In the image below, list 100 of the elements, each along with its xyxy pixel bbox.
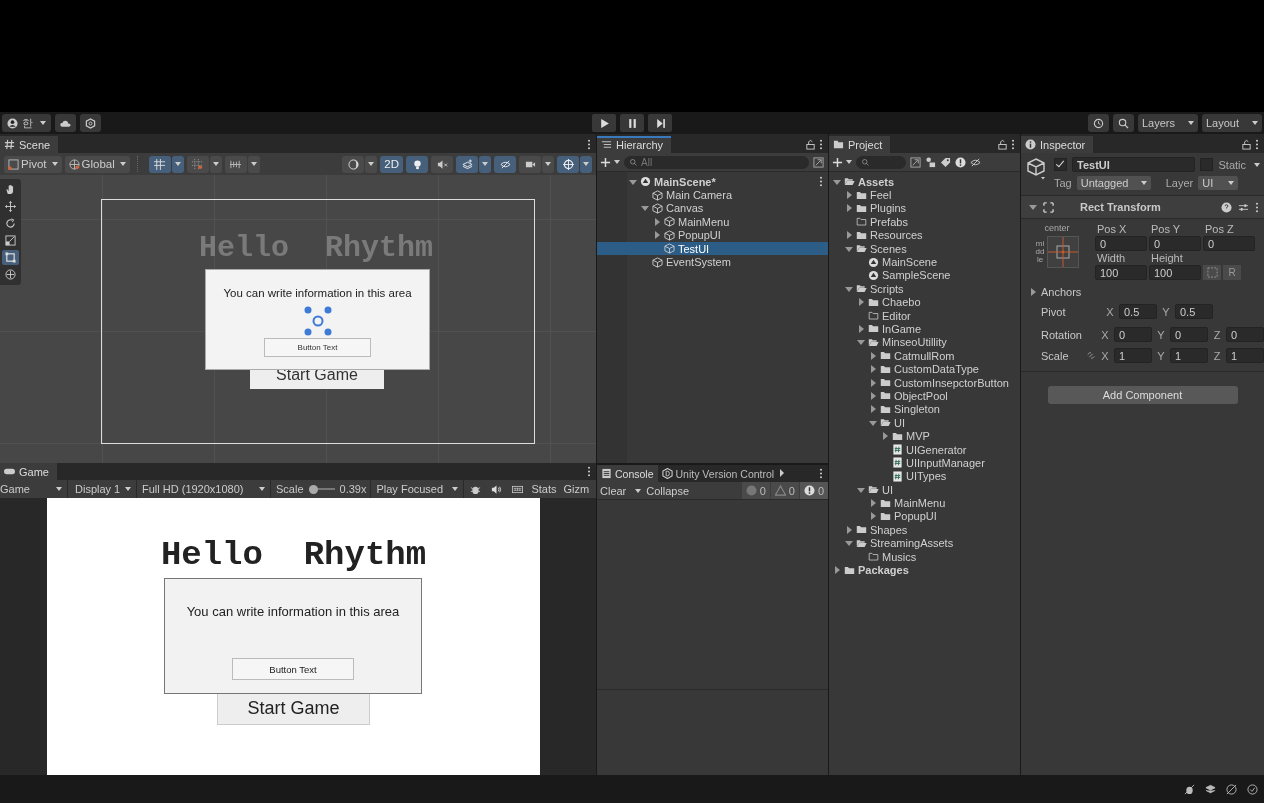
options-dropdown[interactable] <box>171 155 184 173</box>
help-icon[interactable] <box>1221 201 1232 213</box>
view-toggle[interactable] <box>557 155 579 173</box>
options-dropdown[interactable] <box>580 155 592 173</box>
expand-window-icon[interactable] <box>813 156 824 168</box>
number-field[interactable]: 1 <box>1226 348 1264 363</box>
project-item[interactable]: MainScene <box>829 255 1020 269</box>
expand-arrow-icon[interactable] <box>869 351 877 360</box>
expand-window-icon[interactable] <box>910 156 921 168</box>
options-dropdown[interactable] <box>365 155 378 173</box>
project-item[interactable]: MainMenu <box>829 496 1020 510</box>
expand-arrow-icon[interactable] <box>1029 203 1037 211</box>
hierarchy-item[interactable]: Main Camera <box>597 188 828 202</box>
project-tab[interactable]: Project <box>829 136 891 153</box>
number-field[interactable]: 100 <box>1149 265 1201 280</box>
expand-arrow-icon[interactable] <box>869 512 877 521</box>
view-toggle[interactable]: 2D <box>380 155 403 173</box>
view-toggle[interactable] <box>494 155 516 173</box>
project-item[interactable]: StreamingAssets <box>829 536 1020 550</box>
settings-button[interactable] <box>80 114 101 132</box>
expand-arrow-icon[interactable] <box>845 284 853 293</box>
history-button[interactable] <box>1088 114 1109 132</box>
panel-tab[interactable]: Console <box>597 465 658 482</box>
expand-arrow-icon[interactable] <box>869 499 877 508</box>
project-item[interactable]: Plugins <box>829 201 1020 216</box>
expand-arrow-icon[interactable] <box>869 378 877 387</box>
expand-arrow-icon[interactable] <box>833 177 841 186</box>
project-item[interactable]: CustomDataType <box>829 362 1020 376</box>
cube-icon[interactable] <box>1026 157 1048 181</box>
project-item[interactable]: Scripts <box>829 282 1020 296</box>
number-field[interactable]: 0 <box>1114 327 1152 342</box>
number-field[interactable]: 1 <box>1114 348 1152 363</box>
view-dropdown[interactable]: Game <box>0 480 68 498</box>
search-button[interactable] <box>1113 114 1134 132</box>
options-dropdown[interactable] <box>247 155 260 173</box>
project-item[interactable]: Packages <box>829 563 1020 577</box>
project-item[interactable]: UITypes <box>829 469 1020 483</box>
account-dropdown[interactable]: 한 <box>2 114 51 132</box>
expand-arrow-icon[interactable] <box>653 217 661 226</box>
project-item[interactable]: UIGenerator <box>829 442 1020 457</box>
project-item[interactable]: MinseoUtillity <box>829 335 1020 350</box>
project-item[interactable]: ObjectPool <box>829 389 1020 403</box>
options-dropdown[interactable] <box>542 155 554 173</box>
step-button[interactable] <box>648 114 672 132</box>
expand-arrow-icon[interactable] <box>845 231 853 240</box>
project-item[interactable]: UI <box>829 483 1020 497</box>
hierarchy-item[interactable]: EventSystem <box>597 255 828 269</box>
project-item[interactable]: Chaebo <box>829 295 1020 309</box>
link-icon[interactable] <box>1086 350 1096 361</box>
more-options-icon[interactable] <box>819 139 823 150</box>
project-item[interactable]: Singleton <box>829 402 1020 417</box>
hierarchy-item[interactable]: TestUI <box>597 241 828 256</box>
project-item[interactable]: Editor <box>829 308 1020 323</box>
view-toggle[interactable] <box>456 155 478 173</box>
slider-thumb[interactable] <box>308 484 318 494</box>
project-item[interactable]: UI <box>829 416 1020 430</box>
expand-arrow-icon[interactable] <box>845 191 853 200</box>
play-button[interactable] <box>592 114 616 132</box>
expand-arrow-icon[interactable] <box>845 244 853 253</box>
expand-arrow-icon[interactable] <box>845 204 853 213</box>
expand-arrow-icon[interactable] <box>869 365 877 374</box>
project-item[interactable]: Shapes <box>829 523 1020 537</box>
view-toggle[interactable] <box>431 155 453 173</box>
pause-button[interactable] <box>620 114 644 132</box>
tool-button[interactable] <box>2 267 19 282</box>
active-checkbox[interactable] <box>1054 158 1067 171</box>
caret-icon[interactable] <box>1254 162 1260 167</box>
more-options-icon[interactable] <box>1255 201 1259 213</box>
lock-icon[interactable] <box>1241 139 1252 150</box>
lock-icon[interactable] <box>997 139 1008 150</box>
expand-arrow-icon[interactable] <box>881 432 889 441</box>
warning-icon[interactable] <box>955 156 966 168</box>
project-item[interactable]: CustomInsepctorButton <box>829 375 1020 390</box>
project-item[interactable]: Musics <box>829 549 1020 564</box>
snap-toggle[interactable] <box>186 155 209 173</box>
expand-arrow-icon[interactable] <box>629 177 637 186</box>
options-dropdown[interactable] <box>479 155 491 173</box>
tag-icon[interactable] <box>940 156 951 168</box>
snap-toggle[interactable] <box>148 155 171 173</box>
search-field[interactable] <box>856 155 906 169</box>
number-field[interactable]: 0 <box>1095 236 1147 251</box>
snap-toggle[interactable] <box>224 155 247 173</box>
project-item[interactable]: InGame <box>829 322 1020 336</box>
number-field[interactable]: 1 <box>1170 348 1208 363</box>
expand-arrow-icon[interactable] <box>869 405 877 414</box>
log-count-toggle[interactable]: 0 <box>799 482 828 499</box>
expand-arrow-icon[interactable] <box>1029 288 1037 296</box>
more-options-icon[interactable] <box>587 139 591 150</box>
number-field[interactable]: 100 <box>1095 265 1147 280</box>
project-item[interactable]: SampleScene <box>829 268 1020 283</box>
expand-arrow-icon[interactable] <box>857 325 865 333</box>
cloud-button[interactable] <box>55 114 76 132</box>
tool-button[interactable] <box>2 250 19 265</box>
log-count-toggle[interactable]: 0 <box>770 482 799 499</box>
game-tab[interactable]: Game <box>0 463 57 480</box>
hierarchy-item[interactable]: MainScene* <box>597 175 828 189</box>
number-field[interactable]: 0 <box>1170 327 1208 342</box>
more-options-icon[interactable] <box>819 176 823 188</box>
tool-button[interactable] <box>2 233 19 248</box>
pivot-dropdown[interactable]: Pivot <box>4 155 62 173</box>
